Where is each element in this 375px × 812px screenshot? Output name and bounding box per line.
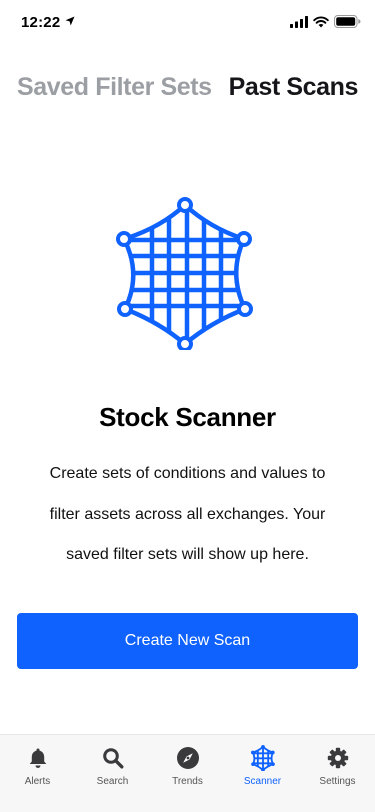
status-time-group: 12:22 [21, 13, 75, 31]
status-time: 12:22 [21, 13, 61, 31]
tab-past-scans[interactable]: Past Scans [229, 73, 359, 102]
tab-saved-filter-sets[interactable]: Saved Filter Sets [17, 73, 212, 102]
empty-state-title: Stock Scanner [99, 402, 276, 432]
top-tabs: Saved Filter Sets Past Scans [17, 70, 358, 104]
tab-label: Scanner [243, 776, 282, 787]
search-icon [101, 746, 125, 770]
scanner-net-icon [250, 745, 275, 771]
create-new-scan-button[interactable]: Create New Scan [17, 613, 358, 669]
tab-alerts[interactable]: Alerts [0, 735, 75, 812]
tab-trends[interactable]: Trends [150, 735, 225, 812]
wifi-icon [313, 15, 329, 33]
cellular-signal-icon [290, 15, 308, 33]
tab-search[interactable]: Search [75, 735, 150, 812]
scanner-net-icon [114, 194, 256, 352]
compass-icon [176, 746, 200, 770]
bottom-tab-bar: Alerts Search Trends Scanner Settings [0, 734, 375, 812]
tab-label: Settings [319, 776, 356, 787]
status-indicators [290, 15, 361, 33]
description-line: filter assets across all exchanges. Your [49, 505, 326, 523]
tab-label: Alerts [24, 776, 51, 787]
bell-icon [26, 746, 50, 770]
tab-scanner[interactable]: Scanner [225, 735, 300, 812]
scanner-screen: 12:22 Saved Filter Sets Past Scans Stock… [0, 0, 375, 812]
tab-settings[interactable]: Settings [300, 735, 375, 812]
gear-icon [326, 746, 350, 770]
empty-state-description: Create sets of conditions and values to … [30, 454, 345, 576]
tab-label: Search [96, 776, 129, 787]
description-line: Create sets of conditions and values to [49, 465, 326, 482]
status-bar: 12:22 [0, 0, 375, 44]
location-arrow-icon [65, 13, 75, 31]
battery-icon [334, 15, 361, 33]
description-line: saved filter sets will show up here. [66, 546, 309, 563]
tab-label: Trends [172, 776, 203, 787]
